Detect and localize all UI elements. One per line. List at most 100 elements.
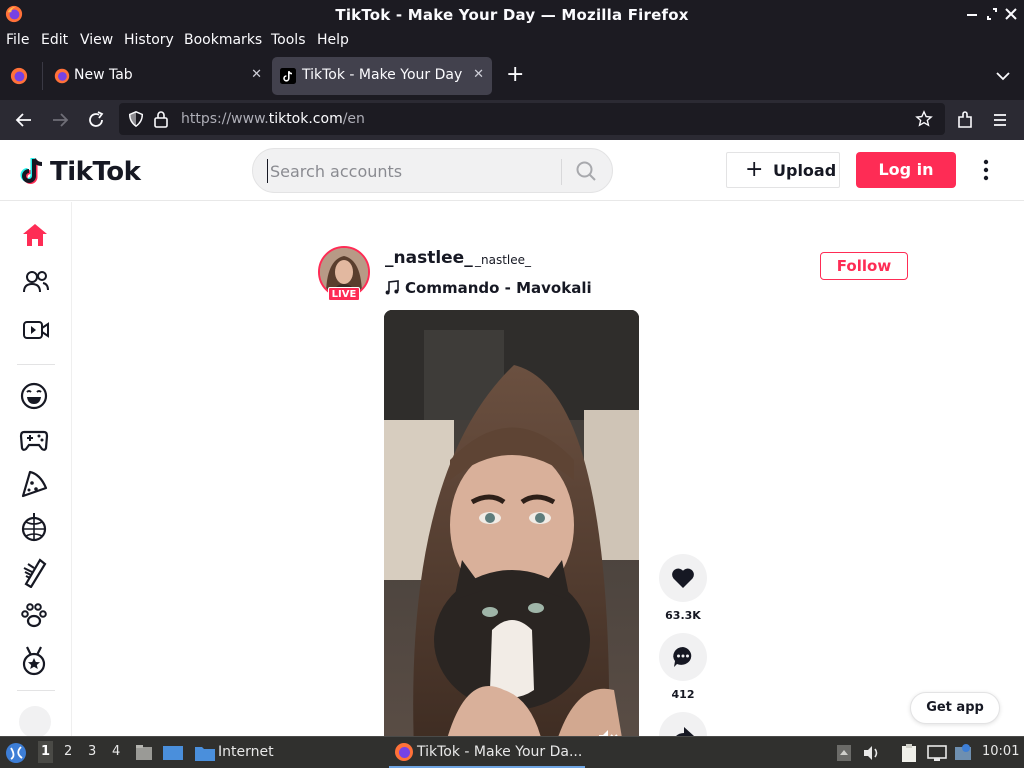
firefox-icon [395,743,413,761]
firefox-view-icon[interactable] [10,67,28,85]
sidebar-more-icon[interactable] [19,706,51,736]
app-menu-icon[interactable] [990,110,1010,130]
extensions-icon[interactable] [955,110,975,130]
like-count: 63.3K [665,609,701,622]
workspace-1[interactable]: 1 [38,741,54,763]
beauty-icon[interactable] [18,556,50,588]
upload-label: Upload [773,161,837,180]
new-tab-button[interactable]: + [506,62,524,87]
menu-bookmarks[interactable]: Bookmarks [184,32,262,48]
workspace-2[interactable]: 2 [64,744,72,759]
tab-tiktok[interactable]: TikTok - Make Your Day ✕ [272,57,492,95]
launcher-label[interactable]: Internet [218,744,274,760]
url-bar[interactable]: https://www.tiktok.com/en [119,103,945,135]
show-desktop-icon[interactable] [162,743,184,763]
login-button[interactable]: Log in [856,152,956,188]
clipboard-icon[interactable] [900,743,918,763]
author-name[interactable]: _nastlee_ [385,248,473,268]
tab-label: New Tab [74,67,133,83]
comedy-icon[interactable] [18,380,50,412]
firefox-icon [54,68,70,84]
music-note-icon [385,280,399,295]
minimize-icon[interactable] [962,4,982,24]
video-player[interactable] [384,310,639,736]
search-input[interactable] [267,159,547,183]
bookmark-star-icon[interactable] [915,110,933,128]
menu-file[interactable]: File [6,32,29,48]
list-all-tabs-icon[interactable] [994,68,1012,84]
restore-icon[interactable] [982,4,1002,24]
following-icon[interactable] [22,268,50,296]
food-icon[interactable] [18,468,50,500]
follow-button[interactable]: Follow [820,252,908,280]
live-badge: LIVE [328,287,360,301]
gaming-icon[interactable] [18,424,50,456]
back-icon[interactable] [14,110,34,130]
share-icon [676,727,694,736]
share-button[interactable] [659,712,707,736]
url-text[interactable]: https://www.tiktok.com/en [181,111,365,127]
tab-close-button[interactable]: ✕ [251,67,262,82]
update-notifier-icon[interactable] [954,743,972,763]
tiktok-favicon-icon [280,68,296,84]
sports-icon[interactable] [18,644,50,676]
forward-icon[interactable] [50,110,70,130]
tab-new-tab[interactable]: New Tab ✕ [44,57,270,95]
search-bar [252,148,613,193]
music-link[interactable]: Commando - Mavokali [385,279,592,297]
file-manager-icon[interactable] [134,743,154,763]
menu-edit[interactable]: Edit [41,32,68,48]
music-title: Commando - Mavokali [405,279,592,297]
shield-icon[interactable] [127,110,145,128]
volume-icon[interactable] [862,743,882,763]
search-divider [561,159,562,185]
heart-icon [672,568,694,588]
lock-icon[interactable] [153,110,169,128]
clock[interactable]: 10:01 [982,744,1019,759]
page-content: TikTok + Upload Log in [0,140,1024,736]
upload-button[interactable]: + Upload [726,152,840,188]
workspace-3[interactable]: 3 [88,744,96,759]
dance-icon[interactable] [18,512,50,544]
tiktok-wordmark: TikTok [50,157,141,187]
workspace-4[interactable]: 4 [112,744,120,759]
close-window-icon[interactable] [1001,4,1021,24]
home-icon[interactable] [20,220,50,250]
taskbar-task-firefox[interactable]: TikTok - Make Your Da... [389,737,585,768]
tab-label: TikTok - Make Your Day [302,67,463,83]
comment-icon [673,647,692,667]
volume-muted-icon[interactable] [596,726,620,736]
plus-icon: + [745,157,764,182]
tab-close-button[interactable]: ✕ [473,67,484,82]
search-icon[interactable] [575,160,597,182]
like-button[interactable] [659,554,707,602]
sidebar-divider [17,364,55,365]
menubar: File Edit View History Bookmarks Tools H… [0,30,1024,52]
url-prefix: https://www. [181,111,269,127]
menu-history[interactable]: History [124,32,174,48]
tiktok-header: TikTok + Upload Log in [0,140,1024,201]
reload-icon[interactable] [86,110,106,130]
comment-button[interactable] [659,633,707,681]
animals-icon[interactable] [18,600,50,632]
more-options-icon[interactable] [976,158,996,182]
live-icon[interactable] [22,316,50,344]
menu-help[interactable]: Help [317,32,349,48]
menu-view[interactable]: View [80,32,113,48]
tray-device-icon[interactable] [836,743,852,763]
get-app-button[interactable]: Get app [910,692,1000,724]
folder-icon[interactable] [194,743,216,763]
url-domain: tiktok.com [268,111,343,127]
url-path: /en [342,111,365,127]
tiktok-note-icon [20,158,43,184]
window-title: TikTok - Make Your Day — Mozilla Firefox [335,6,689,24]
sidebar-divider [17,690,55,691]
menu-tools[interactable]: Tools [271,32,306,48]
navigation-bar: https://www.tiktok.com/en [0,100,1024,140]
author-nickname[interactable]: _nastlee_ [475,253,531,267]
taskbar: 1 2 3 4 Internet TikTok - Make Your Da..… [0,736,1024,768]
start-menu-icon[interactable] [5,742,27,764]
comment-count: 412 [671,688,695,701]
network-icon[interactable] [926,743,948,763]
video-frame [384,310,639,736]
